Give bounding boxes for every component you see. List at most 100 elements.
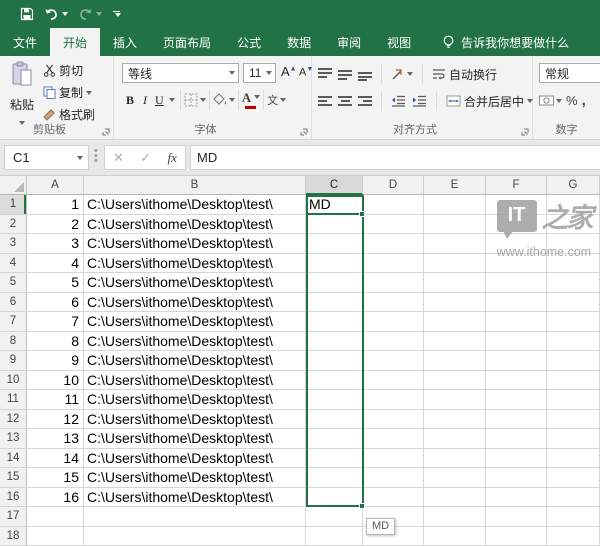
cell-G7[interactable] [547, 312, 600, 332]
copy-button[interactable]: 复制 [43, 84, 95, 101]
borders-dropdown-arrow[interactable] [199, 98, 206, 102]
cancel-button[interactable]: ✕ [113, 150, 124, 166]
cell-A14[interactable]: 14 [27, 448, 84, 468]
cell-E10[interactable] [424, 370, 486, 390]
cell-F5[interactable] [486, 273, 547, 293]
name-box[interactable]: C1 [4, 145, 89, 170]
cell-F12[interactable] [486, 409, 547, 429]
cell-G8[interactable] [547, 331, 600, 351]
align-middle-icon[interactable] [338, 68, 352, 80]
cell-G6[interactable] [547, 292, 600, 312]
cell-F6[interactable] [486, 292, 547, 312]
cell-E14[interactable] [424, 448, 486, 468]
select-all-corner[interactable] [0, 176, 27, 195]
undo-button[interactable] [40, 5, 72, 24]
cell-B2[interactable]: C:\Users\ithome\Desktop\test\ [84, 214, 306, 234]
alignment-dialog-launcher[interactable] [521, 128, 529, 136]
cell-B14[interactable]: C:\Users\ithome\Desktop\test\ [84, 448, 306, 468]
cell-F15[interactable] [486, 468, 547, 488]
cell-A10[interactable]: 10 [27, 370, 84, 390]
cell-F10[interactable] [486, 370, 547, 390]
cell-F17[interactable] [486, 507, 547, 527]
row-header-3[interactable]: 3 [0, 234, 27, 254]
cell-E6[interactable] [424, 292, 486, 312]
fill-color-dropdown-arrow[interactable] [228, 98, 235, 102]
cell-B15[interactable]: C:\Users\ithome\Desktop\test\ [84, 468, 306, 488]
cell-F7[interactable] [486, 312, 547, 332]
cell-E15[interactable] [424, 468, 486, 488]
cell-B5[interactable]: C:\Users\ithome\Desktop\test\ [84, 273, 306, 293]
phonetic-dropdown-arrow[interactable] [280, 98, 287, 102]
underline-dropdown-arrow[interactable] [168, 98, 175, 102]
underline-button[interactable]: U [152, 93, 167, 108]
insert-function-button[interactable]: fx [167, 150, 176, 166]
cell-C16[interactable] [306, 487, 363, 507]
merge-center-button[interactable]: 合并后居中 [446, 93, 534, 110]
cell-G4[interactable] [547, 253, 600, 273]
cell-G17[interactable] [547, 507, 600, 527]
cell-C7[interactable] [306, 312, 363, 332]
cell-A1[interactable]: 1 [27, 195, 84, 215]
customize-quick-access-button[interactable] [108, 8, 125, 21]
cell-C3[interactable] [306, 234, 363, 254]
cell-A9[interactable]: 9 [27, 351, 84, 371]
cell-C11[interactable] [306, 390, 363, 410]
font-color-dropdown-arrow[interactable] [254, 95, 261, 99]
column-header-F[interactable]: F [486, 176, 547, 195]
cell-E9[interactable] [424, 351, 486, 371]
cell-D6[interactable] [363, 292, 424, 312]
cell-C13[interactable] [306, 429, 363, 449]
cell-D1[interactable] [363, 195, 424, 215]
tab-视图[interactable]: 视图 [374, 28, 424, 56]
cell-F14[interactable] [486, 448, 547, 468]
row-header-10[interactable]: 10 [0, 370, 27, 390]
save-button[interactable] [16, 4, 38, 24]
italic-button[interactable]: I [138, 93, 152, 108]
align-top-icon[interactable] [318, 68, 332, 80]
redo-dropdown-arrow[interactable] [96, 12, 102, 16]
cell-D2[interactable] [363, 214, 424, 234]
row-header-5[interactable]: 5 [0, 273, 27, 293]
tell-me-box[interactable]: 告诉我你想要做什么 [432, 28, 579, 56]
cell-E16[interactable] [424, 487, 486, 507]
font-size-combo[interactable]: 11 [243, 63, 276, 83]
column-header-D[interactable]: D [363, 176, 424, 195]
cell-E2[interactable] [424, 214, 486, 234]
row-header-17[interactable]: 17 [0, 507, 27, 527]
cell-D7[interactable] [363, 312, 424, 332]
cell-B18[interactable] [84, 526, 306, 546]
cell-B10[interactable]: C:\Users\ithome\Desktop\test\ [84, 370, 306, 390]
cell-D14[interactable] [363, 448, 424, 468]
cell-C4[interactable] [306, 253, 363, 273]
align-right-icon[interactable] [358, 95, 372, 107]
row-header-13[interactable]: 13 [0, 429, 27, 449]
cell-C9[interactable] [306, 351, 363, 371]
cell-B12[interactable]: C:\Users\ithome\Desktop\test\ [84, 409, 306, 429]
cell-G1[interactable] [547, 195, 600, 215]
orientation-button[interactable] [391, 67, 413, 81]
name-box-dropdown-arrow[interactable] [77, 155, 83, 160]
paste-button[interactable]: 粘贴 [5, 61, 39, 125]
tab-数据[interactable]: 数据 [274, 28, 324, 56]
cell-A2[interactable]: 2 [27, 214, 84, 234]
cell-A4[interactable]: 4 [27, 253, 84, 273]
redo-button[interactable] [74, 5, 106, 24]
cell-D10[interactable] [363, 370, 424, 390]
bold-button[interactable]: B [122, 93, 138, 108]
cell-A17[interactable] [27, 507, 84, 527]
cell-E8[interactable] [424, 331, 486, 351]
cell-B4[interactable]: C:\Users\ithome\Desktop\test\ [84, 253, 306, 273]
row-header-2[interactable]: 2 [0, 214, 27, 234]
cell-A6[interactable]: 6 [27, 292, 84, 312]
fill-handle-range[interactable] [359, 503, 365, 509]
font-color-button[interactable]: A [242, 91, 261, 109]
cell-A15[interactable]: 15 [27, 468, 84, 488]
cell-G12[interactable] [547, 409, 600, 429]
cell-C12[interactable] [306, 409, 363, 429]
cell-C5[interactable] [306, 273, 363, 293]
cell-E7[interactable] [424, 312, 486, 332]
cell-F2[interactable] [486, 214, 547, 234]
accounting-format-button[interactable] [539, 95, 562, 106]
row-header-1[interactable]: 1 [0, 195, 27, 215]
font-dialog-launcher[interactable] [300, 128, 308, 136]
